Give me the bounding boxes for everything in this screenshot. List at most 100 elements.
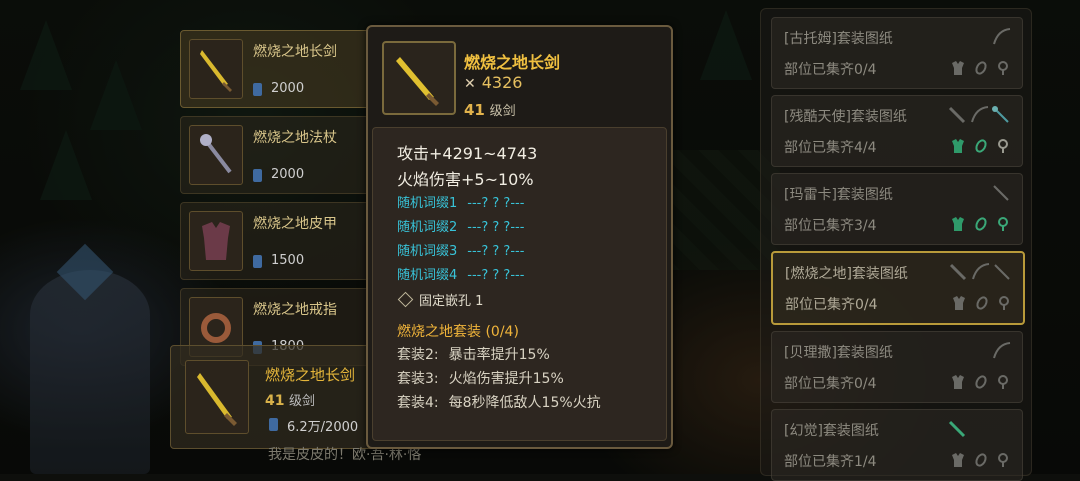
tooltip-item-icon xyxy=(382,41,456,115)
random-affix: 随机词缀1 ---? ? ?--- xyxy=(397,196,525,211)
part-icons xyxy=(950,138,1012,156)
shop-item[interactable]: 燃烧之地法杖 2000 xyxy=(180,116,382,194)
part-icons xyxy=(950,374,1012,392)
sword-icon xyxy=(948,106,966,124)
blueprint-item-selected[interactable]: [燃烧之地]套装图纸 部位已集齐0/4 xyxy=(771,251,1025,325)
blueprint-title: [残酷天使]套装图纸 xyxy=(784,109,907,125)
random-affix: 随机词缀4 ---? ? ?--- xyxy=(397,268,525,283)
currency-icon xyxy=(269,418,278,431)
sword-icon xyxy=(200,50,232,92)
blueprint-item[interactable]: [幻觉]套装图纸 部位已集齐1/4 xyxy=(771,409,1023,481)
armor-icon xyxy=(952,139,964,153)
blueprint-status: 部位已集齐1/4 xyxy=(784,454,877,470)
bow-icon xyxy=(993,28,1011,45)
blueprint-status: 部位已集齐4/4 xyxy=(784,140,877,156)
item-name: 燃烧之地长剑 xyxy=(253,44,337,60)
random-affix: 随机词缀3 ---? ? ?--- xyxy=(397,244,525,259)
ring-icon xyxy=(975,139,987,153)
selected-item-name: 燃烧之地长剑 xyxy=(265,366,356,384)
set-blueprint-panel: [古托姆]套装图纸 部位已集齐0/4 [残酷天使]套装图纸 部位已集齐4/4 [… xyxy=(760,8,1032,481)
ring-icon xyxy=(975,453,987,467)
set-title: 燃烧之地套装 (0/4) xyxy=(397,324,519,340)
item-name: 燃烧之地法杖 xyxy=(253,130,337,146)
blueprint-title: [贝理撒]套装图纸 xyxy=(784,345,893,361)
ring-icon xyxy=(975,375,987,389)
part-icons xyxy=(951,295,1013,313)
item-slot xyxy=(189,125,243,185)
attack-stat: 攻击+4291~4743 xyxy=(397,144,538,163)
set-bonus: 套装3: 火焰伤害提升15% xyxy=(397,371,564,387)
tooltip-stats: 攻击+4291~4743 火焰伤害+5~10% 随机词缀1 ---? ? ?---… xyxy=(372,127,667,441)
blueprint-status: 部位已集齐0/4 xyxy=(784,62,877,78)
part-icons xyxy=(950,216,1012,234)
staff-icon xyxy=(994,264,1010,280)
tooltip-level: 41 级剑 xyxy=(464,101,516,119)
ring-icon xyxy=(975,61,987,75)
item-tooltip: 燃烧之地长剑 ✕ 4326 41 级剑 攻击+4291~4743 火焰伤害+5~1… xyxy=(366,25,673,449)
item-name: 燃烧之地戒指 xyxy=(253,302,337,318)
sword-icon xyxy=(948,420,966,438)
weapon-icons xyxy=(946,104,1012,128)
item-slot xyxy=(189,39,243,99)
leather-armor-icon xyxy=(202,222,230,260)
necklace-icon xyxy=(999,296,1009,310)
blueprint-title: [古托姆]套装图纸 xyxy=(784,31,893,47)
necklace-icon xyxy=(998,139,1008,153)
blueprint-item[interactable]: [残酷天使]套装图纸 部位已集齐4/4 xyxy=(771,95,1023,167)
shop-item[interactable]: 燃烧之地皮甲 1500 xyxy=(180,202,382,280)
selected-item-price: 6.2万/2000 xyxy=(287,420,359,435)
item-price: 2000 xyxy=(271,167,305,182)
weapon-icons xyxy=(946,418,1012,442)
weapon-icons xyxy=(946,26,1012,50)
set-bonus: 套装4: 每8秒降低敌人15%火抗 xyxy=(397,395,601,411)
ring-icon xyxy=(976,296,988,310)
necklace-icon xyxy=(998,61,1008,75)
crossed-swords-icon: ✕ xyxy=(464,76,476,92)
staff-icon xyxy=(992,106,1009,123)
socket-info: 固定嵌孔 1 xyxy=(397,290,483,309)
sword-icon xyxy=(396,57,439,106)
set-bonus: 套装2: 暴击率提升15% xyxy=(397,347,550,363)
blueprint-item[interactable]: [玛雷卡]套装图纸 部位已集齐3/4 xyxy=(771,173,1023,245)
armor-icon xyxy=(952,453,964,467)
staff-icon xyxy=(200,134,232,174)
tooltip-power: ✕ 4326 xyxy=(464,73,523,92)
part-icons xyxy=(950,452,1012,470)
item-name: 燃烧之地皮甲 xyxy=(253,216,337,232)
socket-diamond-icon xyxy=(397,291,414,308)
bow-icon xyxy=(972,263,990,280)
blueprint-title: [玛雷卡]套装图纸 xyxy=(784,187,893,203)
part-icons xyxy=(950,60,1012,78)
blueprint-status: 部位已集齐0/4 xyxy=(785,297,878,313)
weapon-icons xyxy=(946,340,1012,364)
selected-item-card[interactable]: 燃烧之地长剑 41 级剑 6.2万/2000 xyxy=(170,345,382,449)
blueprint-title: [幻觉]套装图纸 xyxy=(784,423,879,439)
blueprint-status: 部位已集齐3/4 xyxy=(784,218,877,234)
item-price: 2000 xyxy=(271,81,305,96)
random-affix: 随机词缀2 ---? ? ?--- xyxy=(397,220,525,235)
ring-icon xyxy=(975,217,987,231)
shop-item[interactable]: 燃烧之地长剑 2000 xyxy=(180,30,382,108)
armor-icon xyxy=(953,296,965,310)
selected-item-level: 41 级剑 xyxy=(265,393,315,409)
sword-icon xyxy=(949,263,967,281)
armor-icon xyxy=(952,217,964,231)
currency-icon xyxy=(253,255,262,268)
item-slot xyxy=(189,211,243,271)
bow-icon xyxy=(993,342,1011,359)
currency-icon xyxy=(253,169,262,182)
blueprint-item[interactable]: [贝理撒]套装图纸 部位已集齐0/4 xyxy=(771,331,1023,403)
staff-icon xyxy=(993,185,1009,201)
item-slot xyxy=(185,360,249,434)
blueprint-title: [燃烧之地]套装图纸 xyxy=(785,266,908,282)
blueprint-status: 部位已集齐0/4 xyxy=(784,376,877,392)
weapon-icons xyxy=(946,182,1012,206)
fire-damage-stat: 火焰伤害+5~10% xyxy=(397,170,534,189)
bow-icon xyxy=(971,106,989,123)
necklace-icon xyxy=(998,375,1008,389)
blueprint-item[interactable]: [古托姆]套装图纸 部位已集齐0/4 xyxy=(771,17,1023,89)
tooltip-item-name: 燃烧之地长剑 xyxy=(464,53,561,72)
armor-icon xyxy=(952,375,964,389)
armor-icon xyxy=(952,61,964,75)
necklace-icon xyxy=(998,217,1008,231)
